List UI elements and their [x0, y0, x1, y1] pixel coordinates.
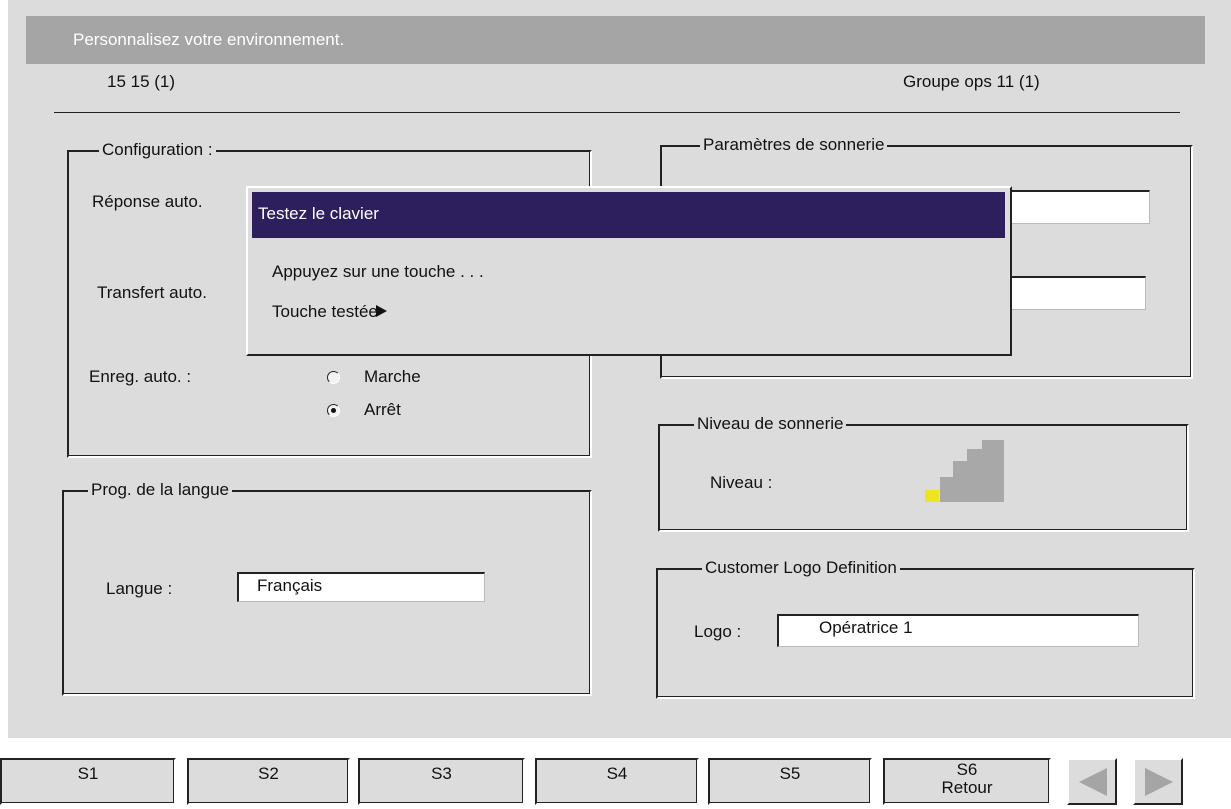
language-label: Langue : — [106, 579, 173, 598]
ring-param-field-2[interactable] — [1008, 276, 1146, 310]
logo-field[interactable]: Opératrice 1 — [777, 614, 1139, 647]
nav-next-button[interactable] — [1133, 758, 1183, 805]
softkey-s2[interactable]: S2 — [187, 758, 350, 805]
auto-transfer-label: Transfert auto. — [97, 283, 207, 302]
extension-info: 15 15 (1) — [107, 72, 176, 91]
softkey-s5[interactable]: S5 — [708, 758, 872, 805]
dialog-title: Testez le clavier — [258, 204, 379, 223]
language-legend: Prog. de la langue — [88, 480, 232, 500]
ring-params-legend: Paramètres de sonnerie — [700, 135, 888, 155]
record-off-label[interactable]: Arrêt — [364, 400, 401, 420]
play-arrow-icon — [375, 305, 387, 317]
level-step-4 — [982, 440, 1004, 449]
tested-key-row: Touche testée — [272, 302, 388, 322]
logo-label: Logo : — [694, 622, 742, 641]
softkey-s2-key: S2 — [258, 764, 279, 783]
ring-level-legend: Niveau de sonnerie — [694, 414, 847, 434]
softkey-s3-key: S3 — [431, 764, 452, 783]
auto-answer-label: Réponse auto. — [92, 192, 203, 211]
auto-record-label: Enreg. auto. : — [89, 367, 192, 386]
level-step-3 — [967, 449, 1004, 461]
nav-prev-button[interactable] — [1067, 758, 1117, 805]
record-on-label[interactable]: Marche — [364, 367, 421, 387]
language-field[interactable]: Français — [237, 572, 485, 602]
softkey-s1[interactable]: S1 — [0, 758, 176, 805]
level-step-2 — [953, 461, 1004, 477]
logo-legend: Customer Logo Definition — [702, 558, 900, 578]
record-off-radio[interactable] — [327, 404, 340, 417]
level-indicator — [925, 490, 939, 502]
softkey-s3[interactable]: S3 — [358, 758, 525, 805]
header-divider — [54, 112, 1180, 113]
softkey-s1-key: S1 — [77, 764, 99, 783]
configuration-legend: Configuration : — [99, 140, 216, 160]
ring-level-label: Niveau : — [710, 473, 773, 492]
group-info: Groupe ops 11 (1) — [903, 72, 1040, 91]
level-step-1 — [940, 477, 1004, 502]
softkey-s6[interactable]: S6 Retour — [883, 758, 1051, 805]
dialog-title-bar: Testez le clavier — [252, 192, 1005, 238]
softkey-s4-key: S4 — [606, 764, 628, 783]
softkey-s4[interactable]: S4 — [535, 758, 699, 805]
title-bar: Personnalisez votre environnement. — [26, 16, 1205, 64]
softkey-s6-label: Retour — [941, 778, 993, 797]
softkey-s5-key: S5 — [779, 764, 801, 783]
softkey-s6-key: S6 — [956, 760, 978, 779]
arrow-left-icon — [1079, 768, 1107, 796]
dialog-prompt: Appuyez sur une touche . . . — [272, 262, 484, 281]
page-title: Personnalisez votre environnement. — [73, 30, 345, 49]
tested-key-label: Touche testée — [272, 302, 378, 321]
arrow-right-icon — [1145, 768, 1173, 796]
ring-param-field-1[interactable] — [1008, 190, 1150, 224]
record-on-radio[interactable] — [327, 371, 340, 384]
keyboard-test-dialog: Testez le clavier Appuyez sur une touche… — [246, 186, 1012, 356]
